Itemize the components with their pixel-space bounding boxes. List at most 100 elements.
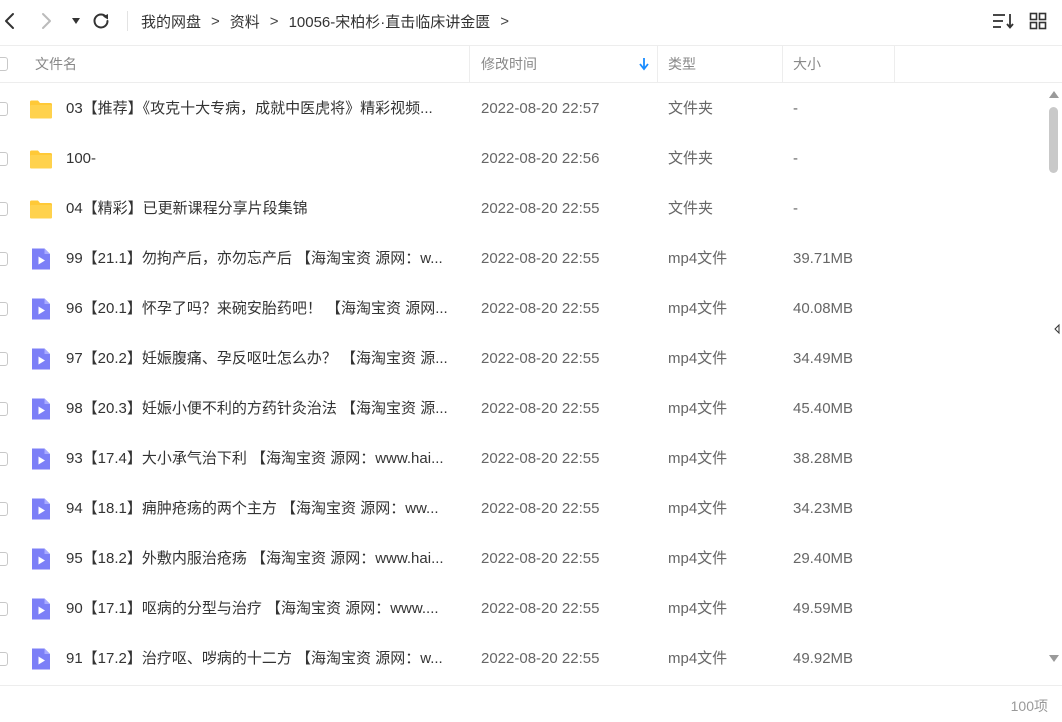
forward-button[interactable]	[36, 9, 56, 33]
grid-view-button[interactable]	[1027, 10, 1049, 32]
row-checkbox[interactable]	[0, 252, 8, 266]
scroll-up-icon[interactable]	[1049, 91, 1059, 98]
file-size: -	[793, 100, 798, 117]
file-name: 98【20.3】妊娠小便不利的方药针灸治法 【海淘宝资 源...	[66, 400, 448, 417]
column-divider[interactable]	[657, 46, 658, 82]
file-type: 文件夹	[668, 150, 714, 167]
row-checkbox[interactable]	[0, 552, 8, 566]
file-name: 95【18.2】外敷内服治疮疡 【海淘宝资 源网：www.hai...	[66, 550, 444, 567]
select-all-checkbox[interactable]	[0, 57, 8, 71]
file-modified-date: 2022-08-20 22:57	[481, 100, 600, 117]
column-divider[interactable]	[782, 46, 783, 82]
file-size: 34.23MB	[793, 500, 854, 517]
file-modified-date: 2022-08-20 22:55	[481, 500, 600, 517]
file-type: 文件夹	[668, 200, 714, 217]
video-file-icon	[32, 548, 50, 570]
file-name: 91【17.2】治疗呕、哕病的十二方 【海淘宝资 源网：w...	[66, 650, 443, 667]
column-divider[interactable]	[469, 46, 470, 82]
video-file-icon	[32, 498, 50, 520]
file-row[interactable]: 90【17.1】呕病的分型与治疗 【海淘宝资 源网：www.... 2022-08…	[0, 584, 1045, 634]
file-size: 39.71MB	[793, 250, 854, 267]
file-modified-date: 2022-08-20 22:55	[481, 200, 600, 217]
vertical-scrollbar[interactable]	[1047, 87, 1060, 667]
video-file-icon	[32, 648, 50, 670]
breadcrumb-item-my-drive[interactable]: 我的网盘	[141, 11, 201, 32]
sort-desc-icon[interactable]	[638, 57, 650, 71]
file-name: 96【20.1】怀孕了吗？来碗安胎药吧！ 【海淘宝资 源网...	[66, 300, 448, 317]
row-checkbox[interactable]	[0, 502, 8, 516]
file-name: 03【推荐】《攻克十大专病，成就中医虎将》精彩视频...	[66, 100, 433, 117]
column-divider[interactable]	[894, 46, 895, 82]
file-type: mp4文件	[668, 400, 728, 417]
file-size: 38.28MB	[793, 450, 854, 467]
row-checkbox[interactable]	[0, 652, 8, 666]
file-row[interactable]: 95【18.2】外敷内服治疮疡 【海淘宝资 源网：www.hai... 2022-…	[0, 534, 1045, 584]
file-name: 04【精彩】已更新课程分享片段集锦	[66, 200, 308, 217]
file-type: mp4文件	[668, 350, 728, 367]
video-file-icon	[32, 248, 50, 270]
file-row[interactable]: 97【20.2】妊娠腹痛、孕反呕吐怎么办？ 【海淘宝资 源... 2022-08-…	[0, 334, 1045, 384]
file-type: mp4文件	[668, 650, 728, 667]
file-type: 文件夹	[668, 100, 714, 117]
breadcrumb-separator: >	[269, 12, 279, 30]
row-checkbox[interactable]	[0, 602, 8, 616]
column-header-size[interactable]: 大小	[793, 46, 821, 82]
file-name: 100-	[66, 150, 97, 167]
column-header-modified[interactable]: 修改时间	[481, 46, 537, 82]
column-header-type[interactable]: 类型	[668, 46, 696, 82]
breadcrumb-item-materials[interactable]: 资料	[230, 11, 260, 32]
breadcrumb-separator: >	[500, 12, 510, 30]
file-list: 03【推荐】《攻克十大专病，成就中医虎将》精彩视频... 2022-08-20 2…	[0, 84, 1045, 684]
file-size: 34.49MB	[793, 350, 854, 367]
breadcrumb-item-current-folder[interactable]: 10056-宋柏杉·直击临床讲金匮	[289, 11, 491, 32]
row-checkbox[interactable]	[0, 152, 8, 166]
sort-button[interactable]	[992, 10, 1014, 32]
video-file-icon	[32, 298, 50, 320]
scroll-down-icon[interactable]	[1049, 655, 1059, 662]
folder-icon	[30, 200, 52, 219]
file-row[interactable]: 100- 2022-08-20 22:56 文件夹 -	[0, 134, 1045, 184]
video-file-icon	[32, 598, 50, 620]
file-type: mp4文件	[668, 450, 728, 467]
row-checkbox[interactable]	[0, 302, 8, 316]
file-size: -	[793, 150, 798, 167]
file-row[interactable]: 99【21.1】勿拘产后，亦勿忘产后 【海淘宝资 源网：w... 2022-08-…	[0, 234, 1045, 284]
folder-icon	[30, 150, 52, 169]
file-size: -	[793, 200, 798, 217]
row-checkbox[interactable]	[0, 202, 8, 216]
row-checkbox[interactable]	[0, 102, 8, 116]
file-modified-date: 2022-08-20 22:55	[481, 650, 600, 667]
file-name: 99【21.1】勿拘产后，亦勿忘产后 【海淘宝资 源网：w...	[66, 250, 443, 267]
file-modified-date: 2022-08-20 22:55	[481, 250, 600, 267]
scrollbar-thumb[interactable]	[1049, 107, 1058, 173]
file-row[interactable]: 93【17.4】大小承气治下利 【海淘宝资 源网：www.hai... 2022-…	[0, 434, 1045, 484]
file-row[interactable]: 96【20.1】怀孕了吗？来碗安胎药吧！ 【海淘宝资 源网... 2022-08-…	[0, 284, 1045, 334]
file-row[interactable]: 04【精彩】已更新课程分享片段集锦 2022-08-20 22:55 文件夹 -	[0, 184, 1045, 234]
file-row[interactable]: 94【18.1】痈肿疮疡的两个主方 【海淘宝资 源网：ww... 2022-08-…	[0, 484, 1045, 534]
row-checkbox[interactable]	[0, 352, 8, 366]
video-file-icon	[32, 448, 50, 470]
folder-icon	[30, 100, 52, 119]
item-count: 100项	[1010, 698, 1048, 714]
file-list-header: 文件名 修改时间 类型 大小	[0, 45, 1062, 83]
file-row[interactable]: 98【20.3】妊娠小便不利的方药针灸治法 【海淘宝资 源... 2022-08-…	[0, 384, 1045, 434]
file-row[interactable]: 91【17.2】治疗呕、哕病的十二方 【海淘宝资 源网：w... 2022-08-…	[0, 634, 1045, 684]
row-checkbox[interactable]	[0, 452, 8, 466]
caret-down-icon	[72, 18, 80, 24]
file-type: mp4文件	[668, 600, 728, 617]
row-checkbox[interactable]	[0, 402, 8, 416]
file-name: 94【18.1】痈肿疮疡的两个主方 【海淘宝资 源网：ww...	[66, 500, 439, 517]
file-modified-date: 2022-08-20 22:55	[481, 400, 600, 417]
file-row[interactable]: 03【推荐】《攻克十大专病，成就中医虎将》精彩视频... 2022-08-20 2…	[0, 84, 1045, 134]
column-header-name[interactable]: 文件名	[35, 46, 77, 82]
video-file-icon	[32, 348, 50, 370]
back-button[interactable]	[0, 9, 20, 33]
file-size: 40.08MB	[793, 300, 854, 317]
file-size: 49.59MB	[793, 600, 854, 617]
file-name: 90【17.1】呕病的分型与治疗 【海淘宝资 源网：www....	[66, 600, 439, 617]
refresh-button[interactable]	[90, 9, 112, 33]
file-type: mp4文件	[668, 500, 728, 517]
history-dropdown-button[interactable]	[68, 9, 84, 33]
resize-cursor-icon	[1054, 323, 1060, 335]
file-modified-date: 2022-08-20 22:55	[481, 550, 600, 567]
